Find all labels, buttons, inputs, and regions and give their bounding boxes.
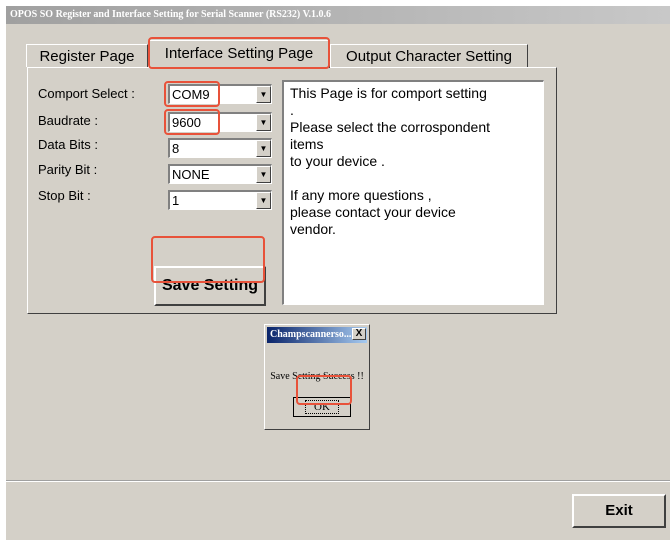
tab-output-character-setting[interactable]: Output Character Setting [330, 44, 528, 67]
parity-bit-label: Parity Bit : [38, 162, 98, 177]
data-bits-select[interactable]: 8 ▼ [168, 138, 272, 158]
stop-bit-select[interactable]: 1 ▼ [168, 190, 272, 210]
window-body: Register Page Interface Setting Page Out… [6, 24, 670, 540]
data-bits-select-value: 8 [172, 141, 180, 156]
info-line: Please select the corrospondent [290, 119, 491, 135]
baudrate-label: Baudrate : [38, 113, 98, 128]
exit-button[interactable]: Exit [572, 494, 666, 528]
window-title: OPOS SO Register and Interface Setting f… [6, 6, 670, 24]
stop-bit-label: Stop Bit : [38, 188, 91, 203]
chevron-down-icon[interactable]: ▼ [256, 114, 271, 131]
baudrate-select[interactable]: 9600 ▼ [168, 112, 272, 132]
tab-register-page[interactable]: Register Page [26, 44, 148, 67]
save-setting-button[interactable]: Save Setting [154, 266, 266, 306]
comport-select-label: Comport Select : [38, 86, 135, 101]
close-icon[interactable]: X [352, 328, 366, 340]
parity-bit-select-value: NONE [172, 167, 210, 182]
chevron-down-icon[interactable]: ▼ [256, 192, 271, 209]
app-window: OPOS SO Register and Interface Setting f… [0, 0, 670, 540]
stop-bit-select-value: 1 [172, 193, 180, 208]
ok-button-label: OK [305, 400, 339, 414]
dialog-message: Save Setting Success !! [270, 371, 364, 382]
info-line: items [290, 136, 324, 152]
info-line: If any more questions , [290, 187, 432, 203]
tab-interface-setting-page[interactable]: Interface Setting Page [148, 40, 330, 68]
info-line: . [290, 102, 294, 118]
divider [6, 480, 670, 482]
baudrate-select-value: 9600 [172, 115, 201, 130]
parity-bit-select[interactable]: NONE ▼ [168, 164, 272, 184]
data-bits-label: Data Bits : [38, 137, 98, 152]
chevron-down-icon[interactable]: ▼ [256, 166, 271, 183]
info-line: This Page is for comport setting [290, 85, 487, 101]
info-line: please contact your device [290, 204, 456, 220]
info-line [290, 170, 537, 187]
info-line: to your device . [290, 153, 385, 169]
chevron-down-icon[interactable]: ▼ [256, 140, 271, 157]
info-line: vendor. [290, 221, 336, 237]
chevron-down-icon[interactable]: ▼ [256, 86, 271, 103]
comport-select[interactable]: COM9 ▼ [168, 84, 272, 104]
info-text-box: This Page is for comport setting . Pleas… [282, 80, 544, 305]
comport-select-value: COM9 [172, 87, 210, 102]
ok-button[interactable]: OK [293, 397, 351, 417]
success-dialog: Champscannerso... X Save Setting Success… [264, 324, 370, 430]
